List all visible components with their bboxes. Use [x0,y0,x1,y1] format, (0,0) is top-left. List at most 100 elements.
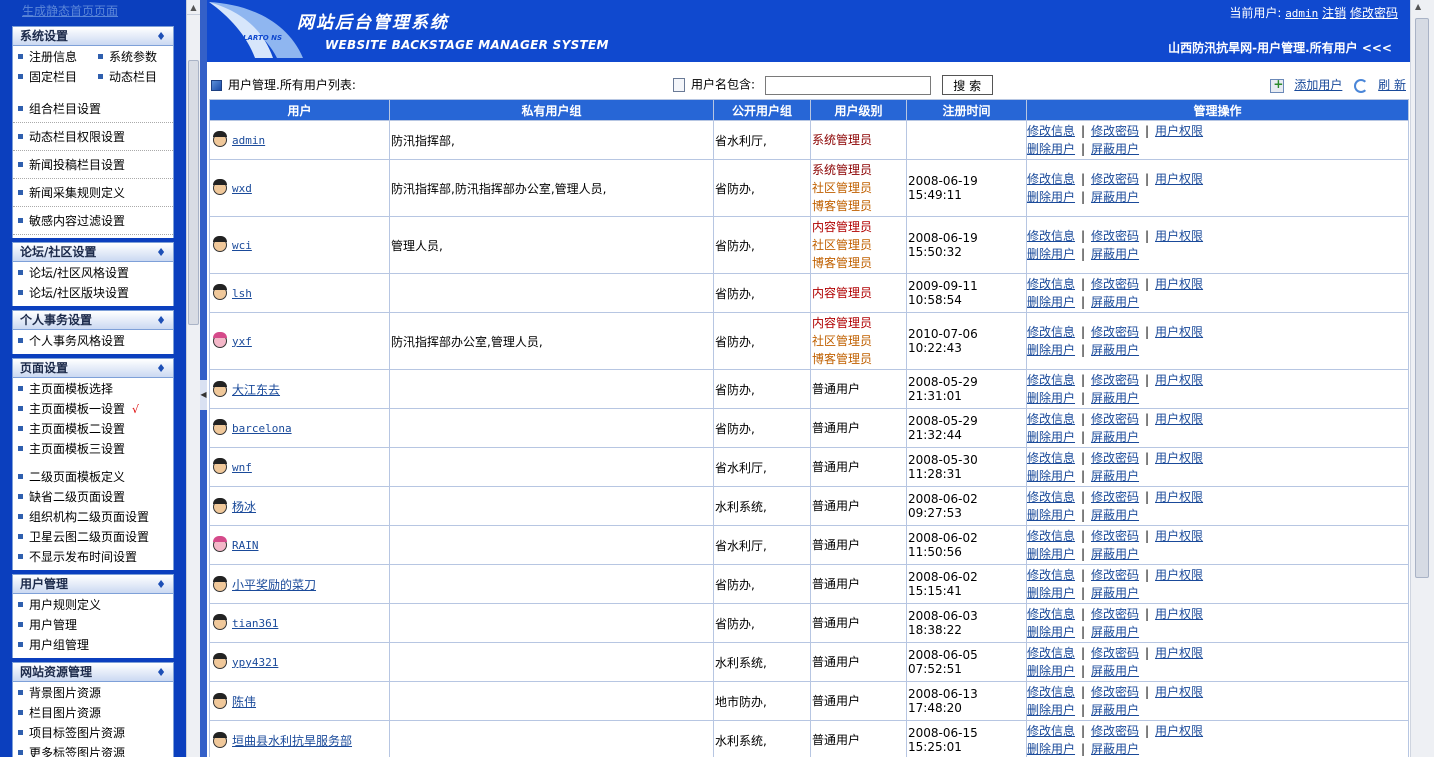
delete-user-link[interactable]: 删除用户 [1027,586,1075,600]
col-header-registered[interactable]: 注册时间 [906,99,1027,121]
change-password-link[interactable]: 修改密码 [1091,529,1139,543]
edit-info-link[interactable]: 修改信息 [1027,529,1075,543]
username-link[interactable]: admin [232,134,265,147]
delete-user-link[interactable]: 删除用户 [1027,190,1075,204]
user-permissions-link[interactable]: 用户权限 [1155,685,1203,699]
col-header-private-group[interactable]: 私有用户组 [389,99,714,121]
sidebar-item[interactable]: 卫星云图二级页面设置 [13,527,173,547]
sidebar-item[interactable]: 不显示发布时间设置 [13,547,173,567]
sidebar-item[interactable]: 缺省二级页面设置 [13,487,173,507]
edit-info-link[interactable]: 修改信息 [1027,124,1075,138]
change-password-link[interactable]: 修改密码 [1091,412,1139,426]
sidebar-item[interactable]: 主页面模板二设置 [13,419,173,439]
edit-info-link[interactable]: 修改信息 [1027,607,1075,621]
change-password-link[interactable]: 修改密码 [1091,685,1139,699]
sidebar-item[interactable]: 背景图片资源 [13,683,173,703]
pin-icon[interactable]: ♦ [156,664,166,682]
sidebar-item[interactable]: 论坛/社区风格设置 [13,263,173,283]
user-permissions-link[interactable]: 用户权限 [1155,412,1203,426]
change-password-link[interactable]: 修改密码 [1091,325,1139,339]
col-header-public-group[interactable]: 公开用户组 [713,99,811,121]
delete-user-link[interactable]: 删除用户 [1027,142,1075,156]
edit-info-link[interactable]: 修改信息 [1027,646,1075,660]
change-password-link[interactable]: 修改密码 [1091,607,1139,621]
sidebar-item[interactable]: 固定栏目 [13,67,93,87]
user-permissions-link[interactable]: 用户权限 [1155,490,1203,504]
delete-user-link[interactable]: 删除用户 [1027,625,1075,639]
block-user-link[interactable]: 屏蔽用户 [1091,664,1139,678]
sidebar-item[interactable]: 新闻投稿栏目设置 [13,151,173,179]
username-link[interactable]: wci [232,239,252,252]
delete-user-link[interactable]: 删除用户 [1027,664,1075,678]
sidebar-item[interactable]: 系统参数 [93,47,173,67]
user-permissions-link[interactable]: 用户权限 [1155,325,1203,339]
change-password-link[interactable]: 修改密码 [1350,6,1398,20]
logout-link[interactable]: 注销 [1322,6,1346,20]
sidebar-item[interactable]: 动态栏目权限设置 [13,123,173,151]
block-user-link[interactable]: 屏蔽用户 [1091,508,1139,522]
add-user-link[interactable]: 添加用户 [1294,78,1342,92]
edit-info-link[interactable]: 修改信息 [1027,325,1075,339]
sidebar-item[interactable]: 组合栏目设置 [13,95,173,123]
frame-splitter[interactable]: ◀ [200,0,207,757]
search-button[interactable]: 搜 索 [941,75,993,95]
sidebar-item[interactable]: 主页面模板一设置 √ [13,399,173,419]
pin-icon[interactable]: ♦ [156,28,166,46]
block-user-link[interactable]: 屏蔽用户 [1091,586,1139,600]
change-password-link[interactable]: 修改密码 [1091,172,1139,186]
edit-info-link[interactable]: 修改信息 [1027,277,1075,291]
username-link[interactable]: ypy4321 [232,656,278,669]
scroll-up-arrow-icon[interactable]: ▲ [187,0,200,15]
edit-info-link[interactable]: 修改信息 [1027,412,1075,426]
pin-icon[interactable]: ♦ [156,576,166,594]
sidebar-item[interactable]: 主页面模板三设置 [13,439,173,459]
edit-info-link[interactable]: 修改信息 [1027,451,1075,465]
pin-icon[interactable]: ♦ [156,312,166,330]
username-link[interactable]: tian361 [232,617,278,630]
sidebar-item[interactable]: 用户规则定义 [13,595,173,615]
change-password-link[interactable]: 修改密码 [1091,490,1139,504]
edit-info-link[interactable]: 修改信息 [1027,229,1075,243]
sidebar-section-resources[interactable]: 网站资源管理 ♦ [12,662,174,682]
change-password-link[interactable]: 修改密码 [1091,229,1139,243]
username-link[interactable]: wnf [232,461,252,474]
delete-user-link[interactable]: 删除用户 [1027,742,1075,756]
edit-info-link[interactable]: 修改信息 [1027,373,1075,387]
block-user-link[interactable]: 屏蔽用户 [1091,703,1139,717]
username-link[interactable]: yxf [232,335,252,348]
edit-info-link[interactable]: 修改信息 [1027,724,1075,738]
sidebar-scroll-thumb[interactable] [188,60,199,325]
sidebar-section-forum[interactable]: 论坛/社区设置 ♦ [12,242,174,262]
delete-user-link[interactable]: 删除用户 [1027,343,1075,357]
block-user-link[interactable]: 屏蔽用户 [1091,742,1139,756]
username-link[interactable]: 陈伟 [232,695,256,709]
change-password-link[interactable]: 修改密码 [1091,373,1139,387]
username-link[interactable]: barcelona [232,422,292,435]
sidebar-item[interactable]: 用户管理 [13,615,173,635]
user-permissions-link[interactable]: 用户权限 [1155,568,1203,582]
sidebar-item[interactable]: 项目标签图片资源 [13,723,173,743]
username-link[interactable]: 垣曲县水利抗旱服务部 [232,734,352,748]
sidebar-item[interactable]: 个人事务风格设置 [13,331,173,351]
user-permissions-link[interactable]: 用户权限 [1155,529,1203,543]
user-permissions-link[interactable]: 用户权限 [1155,646,1203,660]
refresh-icon[interactable] [1354,78,1369,93]
delete-user-link[interactable]: 删除用户 [1027,703,1075,717]
sidebar-item[interactable]: 栏目图片资源 [13,703,173,723]
change-password-link[interactable]: 修改密码 [1091,724,1139,738]
change-password-link[interactable]: 修改密码 [1091,568,1139,582]
page-scrollbar[interactable]: ▲ [1410,0,1434,757]
page-scroll-up-icon[interactable]: ▲ [1415,2,1421,11]
page-scroll-thumb[interactable] [1415,18,1429,578]
username-link[interactable]: 大江东去 [232,383,280,397]
username-link[interactable]: lsh [232,287,252,300]
sidebar-section-personal[interactable]: 个人事务设置 ♦ [12,310,174,330]
sidebar-item[interactable]: 组织机构二级页面设置 [13,507,173,527]
username-link[interactable]: 小平奖励的菜刀 [232,578,316,592]
edit-info-link[interactable]: 修改信息 [1027,172,1075,186]
sidebar-item[interactable]: 新闻采集规则定义 [13,179,173,207]
block-user-link[interactable]: 屏蔽用户 [1091,247,1139,261]
block-user-link[interactable]: 屏蔽用户 [1091,343,1139,357]
change-password-link[interactable]: 修改密码 [1091,646,1139,660]
sidebar-item[interactable]: 注册信息 [13,47,93,67]
